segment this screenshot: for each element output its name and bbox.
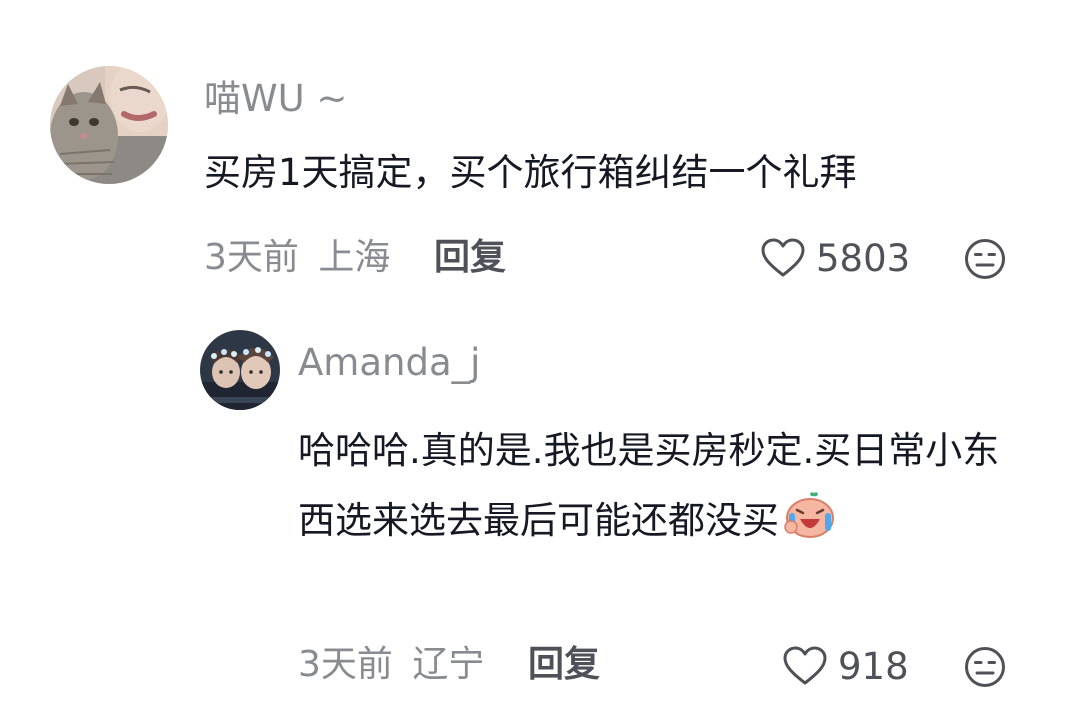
laugh-cry-emoji bbox=[783, 491, 835, 562]
reply-button[interactable]: 回复 bbox=[434, 240, 506, 276]
unhappy-face-icon bbox=[965, 239, 1005, 279]
reply-location: 辽宁 bbox=[412, 644, 485, 685]
avatar-photo bbox=[50, 66, 168, 184]
reply-text: 哈哈哈.真的是.我也是买房秒定.买日常小东西选来选去最后可能还都没买 bbox=[298, 416, 1018, 562]
comment-location: 上海 bbox=[318, 237, 391, 278]
dislike-button[interactable] bbox=[964, 238, 1006, 280]
comment-time: 3天前 bbox=[204, 237, 299, 278]
reply-user-avatar[interactable] bbox=[200, 330, 280, 410]
comment-text: 买房1天搞定，买个旅行箱纠结一个礼拜 bbox=[204, 151, 857, 194]
like-count: 918 bbox=[838, 644, 909, 688]
heart-outline-icon bbox=[761, 238, 805, 277]
like-count: 5803 bbox=[816, 236, 911, 280]
reply-button[interactable]: 回复 bbox=[528, 647, 600, 683]
user-avatar[interactable] bbox=[50, 66, 168, 184]
comment-username[interactable]: 喵WU ~ bbox=[204, 80, 347, 117]
like-button[interactable]: 918 bbox=[782, 646, 909, 686]
reply-time: 3天前 bbox=[298, 644, 393, 685]
like-button[interactable]: 5803 bbox=[760, 238, 910, 278]
heart-outline-icon bbox=[783, 646, 827, 685]
reply-text-body: 哈哈哈.真的是.我也是买房秒定.买日常小东西选来选去最后可能还都没买 bbox=[298, 429, 1000, 542]
comment-meta: 3天前 上海 bbox=[204, 240, 390, 276]
dislike-button[interactable] bbox=[964, 646, 1006, 688]
reply-username[interactable]: Amanda_j bbox=[298, 344, 480, 381]
avatar-photo bbox=[200, 330, 280, 410]
unhappy-face-icon bbox=[965, 647, 1005, 687]
reply-meta: 3天前 辽宁 bbox=[298, 647, 484, 683]
